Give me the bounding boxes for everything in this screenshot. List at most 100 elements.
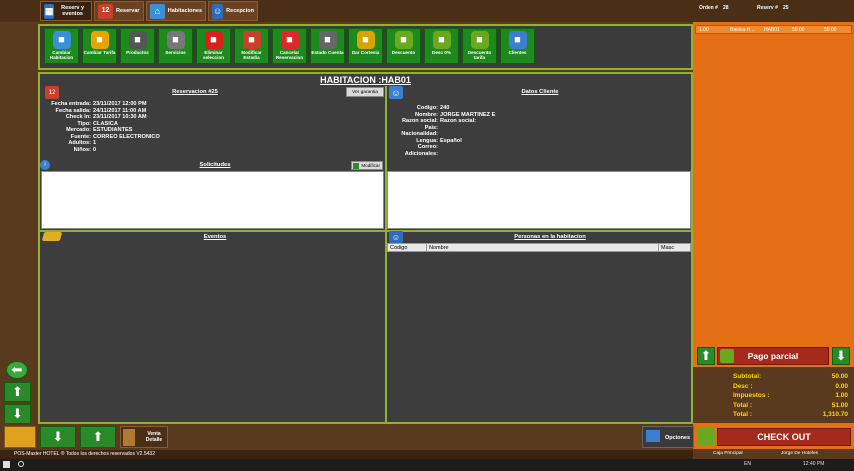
client-notes-box[interactable] bbox=[387, 171, 691, 229]
tab-habitaciones[interactable]: ⌂ Habitaciones bbox=[146, 1, 206, 21]
personas-table-header: Codigo Nombre Masc bbox=[387, 243, 691, 252]
order-row[interactable]: 1.00 Basica-H... HAB01 50.00 50.00 bbox=[695, 25, 852, 34]
toolbar-button-label: Productos bbox=[126, 50, 149, 55]
toolbar-button-5[interactable]: ■ Modificar Estadia bbox=[234, 28, 269, 64]
opciones-label: Opciones bbox=[664, 435, 690, 441]
discount-rate-icon: ■ bbox=[470, 31, 489, 49]
house-icon: ⌂ bbox=[150, 3, 165, 19]
toolbar-button-7[interactable]: ■ Estado Cuenta bbox=[310, 28, 345, 64]
field-value: CORREO ELECTRONICO bbox=[93, 133, 160, 140]
calendar-12-icon: 12 bbox=[98, 3, 113, 19]
search-icon[interactable] bbox=[18, 461, 24, 467]
reserv-value: 25 bbox=[783, 5, 789, 11]
toolbar-button-1[interactable]: ■ Cambiar Tarifa bbox=[82, 28, 117, 64]
tab-label: Reserv y eventos bbox=[61, 5, 85, 17]
toolbar-button-label: Cambiar Tarifa bbox=[83, 50, 116, 55]
products-icon: ■ bbox=[128, 31, 147, 49]
total-value: 1.00 bbox=[835, 392, 848, 399]
language-indicator[interactable]: EN bbox=[744, 461, 751, 467]
section-divider bbox=[40, 230, 691, 232]
pago-parcial-button[interactable]: Pago parcial bbox=[717, 347, 829, 365]
toolbar-button-label: Dar Cortesia bbox=[351, 50, 380, 55]
room-change-icon: ■ bbox=[52, 31, 71, 49]
toolbar-button-9[interactable]: ■ Descuento bbox=[386, 28, 421, 64]
order-cell: HAB01 bbox=[764, 27, 780, 33]
toolbar-button-2[interactable]: ■ Productos bbox=[120, 28, 155, 64]
toolbar-button-12[interactable]: ■ Clientes bbox=[500, 28, 535, 64]
toolbar-button-8[interactable]: ■ Dar Cortesia bbox=[348, 28, 383, 64]
calendar-12-icon: ■ bbox=[242, 31, 261, 49]
ver-garantia-button[interactable]: Ver garantia bbox=[346, 87, 384, 97]
toolbar-button-label: Estado Cuenta bbox=[311, 50, 344, 55]
toolbar-button-label: Eliminar seleccion bbox=[203, 50, 224, 60]
clock[interactable]: 12:40 PM bbox=[803, 461, 824, 467]
orden-value: 28 bbox=[723, 5, 729, 11]
eventos-title: Eventos bbox=[203, 234, 227, 240]
toolbar-button-label: Desc 0% bbox=[432, 50, 451, 55]
move-down-button[interactable]: ⬇ bbox=[40, 426, 76, 448]
tab-reserv-eventos[interactable]: ▦ Reserv y eventos bbox=[40, 1, 92, 21]
printer-icon: ■ bbox=[318, 31, 337, 49]
modificar-button[interactable]: Modificar bbox=[351, 161, 383, 170]
tab-label: Habitaciones bbox=[167, 8, 202, 14]
user-info: Caja Principal Jorge De Hoteles bbox=[693, 449, 854, 459]
total-label: Subtotal: bbox=[733, 373, 762, 380]
monitor-icon bbox=[646, 430, 660, 442]
total-value: 50.00 bbox=[831, 373, 848, 380]
field-value: Español bbox=[440, 137, 462, 144]
courtesy-icon: ■ bbox=[356, 31, 375, 49]
tab-recepcion[interactable]: ☺ Recepcion bbox=[208, 1, 258, 21]
col-masc[interactable]: Masc bbox=[658, 244, 674, 252]
caja-label: Caja Principal bbox=[713, 451, 743, 456]
exit-door-button[interactable] bbox=[4, 426, 36, 448]
calendar-icon: ▦ bbox=[44, 3, 55, 19]
people-icon: ☺ bbox=[389, 231, 403, 243]
solicitudes-box[interactable] bbox=[41, 171, 384, 229]
total-label: Desc : bbox=[733, 382, 753, 390]
back-arrow-button[interactable]: ⬅ bbox=[6, 361, 28, 379]
up-arrow-button[interactable]: ⬆ bbox=[697, 347, 715, 365]
status-bar: POS-Master HOTEL ® Todos los derechos re… bbox=[0, 450, 693, 459]
solicitudes-title: Solicitudes bbox=[199, 162, 231, 168]
scroll-down-button[interactable]: ⬇ bbox=[4, 404, 31, 424]
toolbar-button-label: Modificar Estadia bbox=[241, 50, 262, 60]
ticket-icon bbox=[41, 232, 63, 241]
scroll-up-button[interactable]: ⬆ bbox=[4, 382, 31, 402]
order-cell: Basica-H... bbox=[730, 27, 755, 33]
toolbar-button-11[interactable]: ■ Descuento tarifa bbox=[462, 28, 497, 64]
venta-detalle-button[interactable]: Venta Detalle bbox=[120, 426, 168, 448]
toolbar-button-10[interactable]: ■ Desc 0% bbox=[424, 28, 459, 64]
reservation-title: Reservacion #25 bbox=[172, 89, 218, 95]
checkout-button[interactable]: CHECK OUT bbox=[717, 428, 851, 446]
toolbar-button-0[interactable]: ■ Cambiar Habitacion bbox=[44, 28, 79, 64]
totals-panel: Subtotal: 50.00 Desc : 0.00 Impuestos : 1.00 T… bbox=[693, 367, 854, 423]
cancel-x-icon: ■ bbox=[280, 31, 299, 49]
wrench-icon: ■ bbox=[166, 31, 185, 49]
field-value: 0 bbox=[93, 146, 97, 153]
toolbar-button-3[interactable]: ■ Servicios bbox=[158, 28, 193, 64]
col-codigo[interactable]: Codigo bbox=[390, 244, 407, 252]
down-arrow-button[interactable]: ⬇ bbox=[832, 347, 850, 365]
toolbar-button-6[interactable]: ■ Cancelar Reservacion bbox=[272, 28, 307, 64]
toolbar-button-4[interactable]: ■ Eliminar seleccion bbox=[196, 28, 231, 64]
delete-icon: ■ bbox=[204, 31, 223, 49]
money-icon bbox=[720, 349, 734, 363]
orden-label: Orden # bbox=[699, 5, 718, 11]
field-label: Adicionales: bbox=[404, 150, 438, 157]
tab-reservar[interactable]: 12 Reservar bbox=[94, 1, 144, 21]
user-label: Jorge De Hoteles bbox=[781, 451, 819, 456]
move-up-button[interactable]: ⬆ bbox=[80, 426, 116, 448]
money-icon bbox=[697, 428, 715, 446]
total-label: Impuestos : bbox=[733, 392, 770, 399]
toolbar-button-label: Descuento tarifa bbox=[467, 50, 492, 60]
field-value: Razon social: bbox=[440, 118, 477, 124]
receptionist-icon: ☺ bbox=[212, 3, 224, 19]
edit-icon bbox=[353, 163, 359, 169]
room-title: HABITACION :HAB01 bbox=[320, 75, 411, 85]
col-nombre[interactable]: Nombre bbox=[426, 244, 449, 252]
action-toolbar: ■ Cambiar Habitacion ■ Cambiar Tarifa ■ Produ… bbox=[38, 24, 693, 70]
toolbar-button-label: Descuento bbox=[391, 50, 416, 55]
dollar-icon: ■ bbox=[90, 31, 109, 49]
windows-start-icon[interactable] bbox=[3, 461, 10, 468]
opciones-button[interactable]: Opciones bbox=[642, 426, 694, 448]
